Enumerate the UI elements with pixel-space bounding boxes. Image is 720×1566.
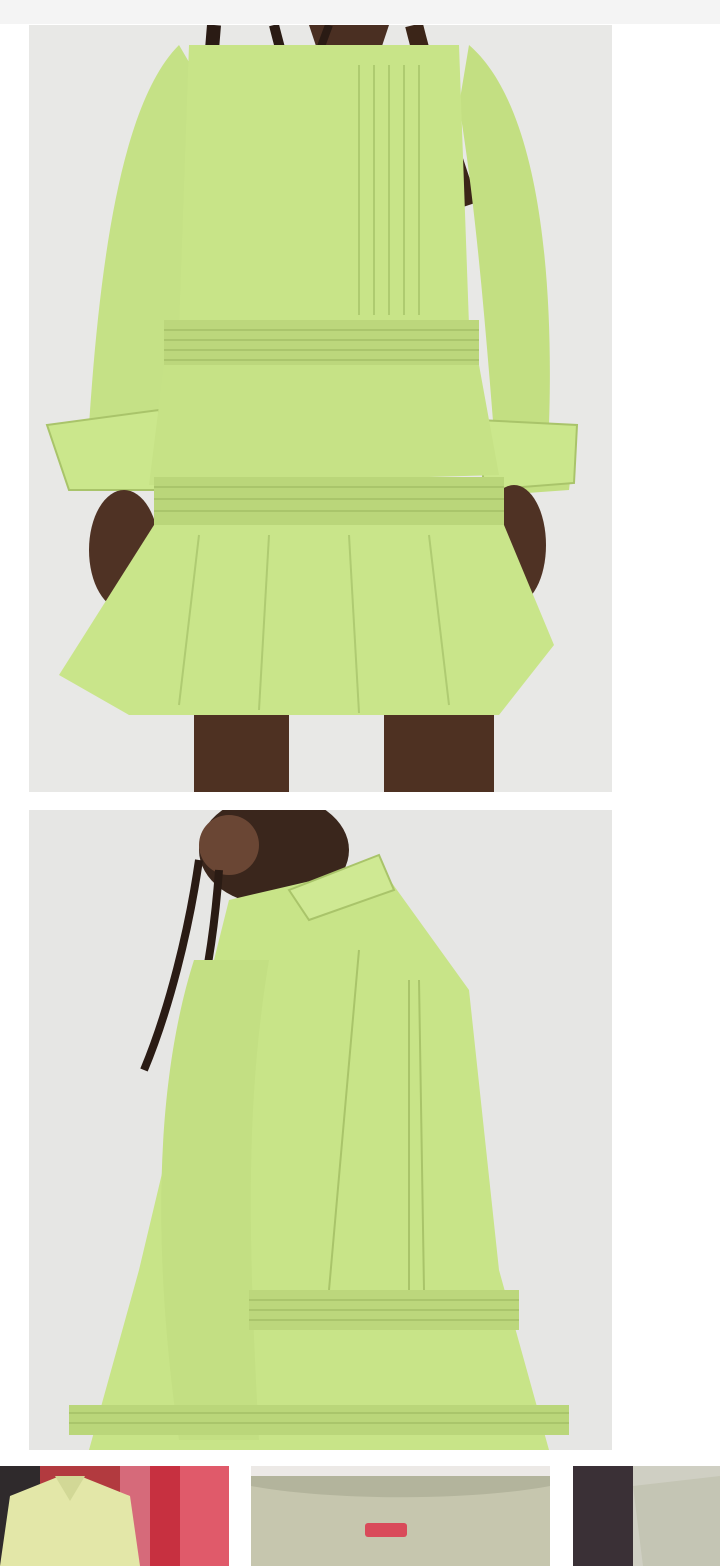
- thumbnail-1[interactable]: [0, 1466, 229, 1566]
- thumbnail-2-image: [251, 1466, 550, 1566]
- top-status-strip: [0, 0, 720, 24]
- product-photo-back[interactable]: [29, 810, 612, 1450]
- brand-label-tag: [365, 1523, 407, 1537]
- thumbnail-2[interactable]: [251, 1466, 550, 1566]
- product-photo-front[interactable]: [29, 25, 612, 792]
- back-dress-image: [29, 810, 612, 1450]
- front-dress-image: [29, 25, 612, 792]
- thumbnail-strip: [0, 1466, 720, 1566]
- thumbnail-3[interactable]: [573, 1466, 720, 1566]
- thumbnail-3-image: [573, 1466, 720, 1566]
- thumbnail-1-image: [0, 1466, 229, 1566]
